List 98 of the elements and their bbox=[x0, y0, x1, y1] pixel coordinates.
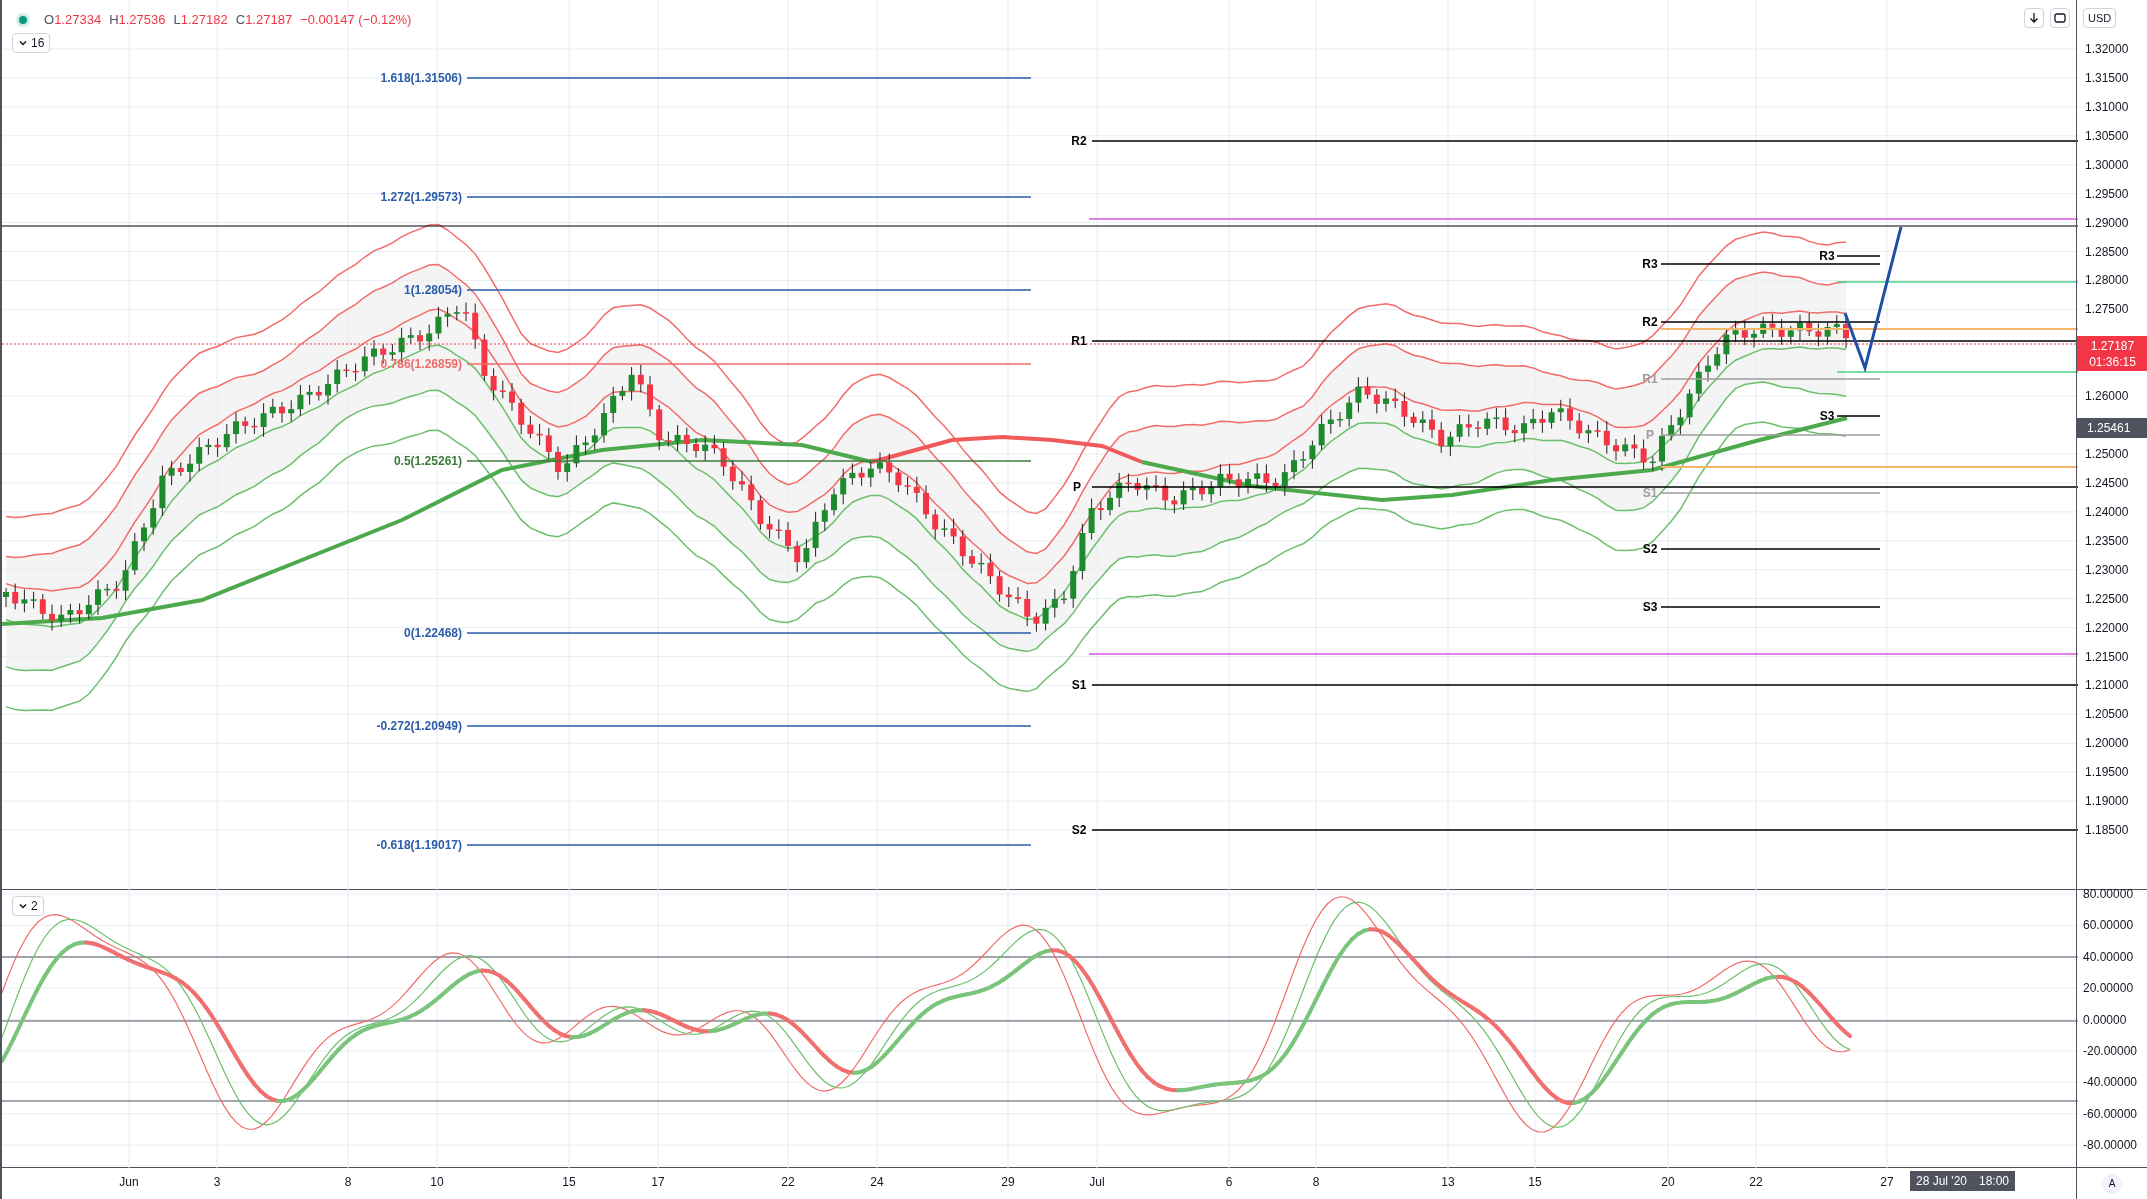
time-tick: 22 bbox=[1749, 1176, 1763, 1188]
ohlc-label: O bbox=[44, 11, 55, 29]
collapse-indicators-button[interactable]: 2 bbox=[12, 896, 44, 916]
pivot-label: S1 bbox=[1642, 486, 1658, 500]
price-tick: 1.23000 bbox=[2085, 563, 2129, 576]
ohlc-label: H bbox=[109, 11, 119, 29]
ohlc-value: 1.27334 bbox=[54, 11, 102, 29]
cursor-date: 28 Jul '20 bbox=[1916, 1173, 1967, 1190]
pivot-label: P bbox=[1073, 480, 1081, 494]
oscillator-tick: 0.00000 bbox=[2083, 1013, 2127, 1026]
ohlc-label: L bbox=[173, 11, 181, 29]
price-tick: 1.22500 bbox=[2085, 592, 2129, 605]
price-tick: 1.19500 bbox=[2085, 766, 2129, 779]
crosshair-price-badge: 1.25461 bbox=[2077, 418, 2147, 438]
price-tick: 1.25000 bbox=[2085, 448, 2129, 460]
price-tick: 1.29500 bbox=[2085, 187, 2129, 200]
time-tick: 8 bbox=[1312, 1176, 1320, 1188]
symbol-status-dot bbox=[16, 12, 30, 27]
collapse-indicators-button[interactable]: 16 bbox=[12, 33, 51, 53]
pivot-label: S1 bbox=[1071, 678, 1087, 692]
pivot-level-line bbox=[1836, 255, 1881, 257]
pivot-label: S3 bbox=[1642, 600, 1658, 614]
time-tick: 8 bbox=[344, 1176, 352, 1188]
time-tick: 13 bbox=[1441, 1176, 1455, 1188]
scroll-to-latest-button[interactable] bbox=[2024, 8, 2044, 28]
price-tick: 1.19000 bbox=[2085, 795, 2129, 808]
price-tick: 1.29000 bbox=[2085, 216, 2129, 229]
oscillator-tick: -60.00000 bbox=[2083, 1107, 2138, 1120]
time-tick: 17 bbox=[651, 1176, 665, 1188]
fib-level-label: -0.618(1.19017) bbox=[376, 838, 462, 852]
pivot-label: R2 bbox=[1642, 315, 1658, 329]
price-tick: 1.22000 bbox=[2085, 621, 2129, 634]
price-tick: 1.24500 bbox=[2085, 476, 2129, 489]
pivot-label: S2 bbox=[1071, 823, 1087, 837]
time-tick: 15 bbox=[562, 1176, 576, 1188]
price-tick: 1.31000 bbox=[2085, 100, 2129, 113]
pivot-label: R2 bbox=[1071, 134, 1087, 148]
pivot-level-line bbox=[1836, 415, 1881, 417]
fib-level-label: 1(1.28054) bbox=[403, 283, 462, 297]
oscillator-tick: 60.00000 bbox=[2083, 919, 2134, 932]
price-tick: 1.28000 bbox=[2085, 274, 2129, 287]
arrow-down-icon bbox=[2029, 12, 2039, 24]
pivot-label: R3 bbox=[1642, 257, 1658, 271]
time-tick: 27 bbox=[1880, 1176, 1894, 1188]
price-tick: 1.30000 bbox=[2085, 158, 2129, 171]
time-tick: 10 bbox=[430, 1176, 444, 1188]
ohlc-value: 1.27536 bbox=[118, 11, 166, 29]
pivot-label: S3 bbox=[1819, 409, 1835, 423]
last-price-value: 1.27187 bbox=[2090, 337, 2135, 354]
reset-chart-button[interactable] bbox=[2050, 8, 2070, 28]
price-tick: 1.31500 bbox=[2085, 71, 2129, 84]
price-change: −0.00147 (−0.12%) bbox=[300, 11, 412, 29]
fib-level-label: -0.272(1.20949) bbox=[376, 719, 462, 733]
oscillator-tick: -20.00000 bbox=[2083, 1045, 2138, 1057]
oscillator-tick: -80.00000 bbox=[2083, 1139, 2138, 1152]
pivot-label: P bbox=[1646, 428, 1654, 442]
price-tick: 1.21500 bbox=[2085, 650, 2129, 663]
currency-badge[interactable]: USD bbox=[2083, 8, 2117, 28]
reset-icon bbox=[2054, 12, 2066, 24]
price-tick: 1.30500 bbox=[2085, 129, 2129, 142]
pivot-label: R1 bbox=[1071, 334, 1087, 348]
time-tick: 6 bbox=[1225, 1176, 1233, 1188]
ohlc-label: C bbox=[235, 11, 246, 29]
oscillator-tick: 80.00000 bbox=[2083, 888, 2134, 900]
fib-level-label: 1.272(1.29573) bbox=[380, 190, 462, 204]
price-tick: 1.20500 bbox=[2085, 708, 2129, 721]
oscillator-tick: 20.00000 bbox=[2083, 982, 2134, 995]
price-tick: 1.27500 bbox=[2085, 303, 2129, 316]
oscillator-tick: -40.00000 bbox=[2083, 1076, 2138, 1089]
oscillator-tick: 40.00000 bbox=[2083, 950, 2134, 963]
time-tick: 22 bbox=[781, 1176, 795, 1188]
auto-scale-button[interactable]: A bbox=[2102, 1173, 2122, 1194]
price-tick: 1.24000 bbox=[2085, 505, 2129, 518]
cursor-time: 18:00 bbox=[1979, 1173, 2010, 1190]
time-tick: 3 bbox=[213, 1176, 221, 1188]
time-tick: 29 bbox=[1001, 1176, 1015, 1188]
time-tick: 15 bbox=[1528, 1176, 1542, 1188]
pivot-label: R3 bbox=[1819, 249, 1835, 263]
time-tick: 24 bbox=[870, 1176, 884, 1188]
price-tick: 1.23500 bbox=[2085, 534, 2129, 547]
fib-level-label: 1.618(1.31506) bbox=[380, 71, 462, 85]
ohlc-value: 1.27187 bbox=[245, 11, 293, 29]
countdown-timer: 01:36:15 bbox=[2089, 353, 2136, 370]
fib-level-label: 0.5(1.25261) bbox=[393, 454, 462, 468]
pivot-label: S2 bbox=[1642, 542, 1658, 556]
ohlc-value: 1.27182 bbox=[180, 11, 228, 29]
time-tick: Jul bbox=[1089, 1176, 1105, 1188]
price-tick: 1.20000 bbox=[2085, 737, 2129, 750]
price-tick: 1.32000 bbox=[2085, 43, 2129, 55]
time-tick: 20 bbox=[1661, 1176, 1675, 1188]
time-tick: Jun bbox=[119, 1176, 139, 1188]
price-tick: 1.28500 bbox=[2085, 245, 2129, 258]
chevron-down-icon bbox=[18, 38, 28, 48]
price-tick: 1.26000 bbox=[2085, 390, 2129, 403]
price-tick: 1.18500 bbox=[2085, 824, 2129, 837]
chevron-down-icon bbox=[18, 901, 28, 911]
fib-level-label: 0(1.22468) bbox=[403, 626, 462, 640]
price-tick: 1.21000 bbox=[2085, 679, 2129, 692]
